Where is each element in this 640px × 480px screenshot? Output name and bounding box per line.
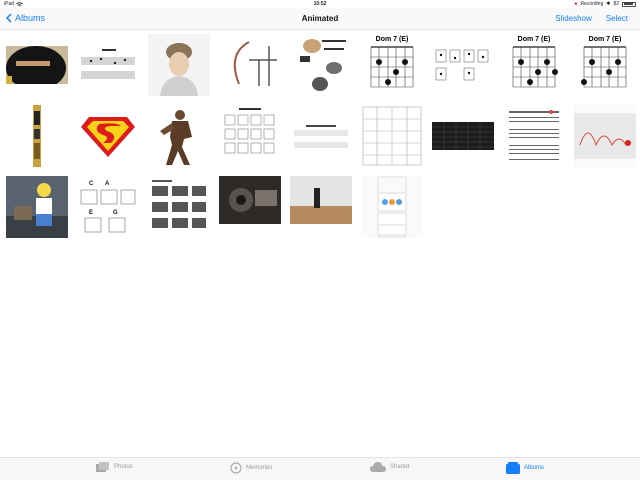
photo-thumbnail-homer-simpson[interactable] bbox=[6, 176, 68, 238]
recording-label: Recording bbox=[580, 1, 604, 7]
tab-bar: Photos Memories Shared Albums bbox=[0, 457, 640, 480]
chord-title: Dom 7 (E) bbox=[375, 36, 409, 43]
photo-thumbnail-chord-chart-3[interactable]: Dom 7 (E) bbox=[574, 34, 636, 96]
photo-thumbnail-bookmark[interactable] bbox=[6, 105, 68, 167]
photo-thumbnail-fighter[interactable] bbox=[148, 105, 210, 167]
photo-thumbnail-bouncing-ball[interactable] bbox=[574, 105, 636, 167]
chord-title: Dom 7 (E) bbox=[588, 36, 622, 43]
tab-photos[interactable]: Photos bbox=[96, 462, 133, 472]
photo-thumbnail-cats-infographic[interactable] bbox=[290, 34, 352, 96]
photo-thumbnail-chord-sheet[interactable] bbox=[219, 105, 281, 167]
chord-label-g: G bbox=[113, 210, 118, 216]
nav-bar: Albums Animated Slideshow Select bbox=[0, 8, 640, 30]
chord-label-c: C bbox=[89, 181, 94, 187]
photo-thumbnail-niqab[interactable] bbox=[6, 46, 68, 84]
photos-icon bbox=[96, 462, 109, 472]
cloud-icon bbox=[370, 462, 386, 472]
slideshow-button[interactable]: Slideshow bbox=[555, 14, 591, 23]
status-bar: iPad 10:52 ● Recording ✱ 82 bbox=[0, 0, 640, 8]
photo-thumbnail-chord-chart-2[interactable]: Dom 7 (E) bbox=[503, 34, 565, 96]
photo-thumbnail-tab-sheet[interactable] bbox=[290, 105, 352, 167]
battery-percent: 82 bbox=[613, 1, 619, 7]
tab-memories[interactable]: Memories bbox=[230, 462, 272, 474]
photo-thumbnail-fretboard-grid[interactable] bbox=[361, 105, 423, 167]
photo-thumbnail-machine[interactable] bbox=[219, 176, 281, 224]
photo-thumbnail-tutorial-sheet[interactable] bbox=[148, 176, 210, 238]
select-button[interactable]: Select bbox=[606, 14, 628, 23]
page-title: Animated bbox=[301, 14, 339, 23]
photo-thumbnail-chord-chart-1[interactable]: Dom 7 (E) bbox=[361, 34, 423, 96]
bluetooth-icon: ✱ bbox=[606, 1, 611, 7]
photo-thumbnail-child-portrait[interactable] bbox=[148, 34, 210, 96]
photo-thumbnail-dark-fretboard[interactable] bbox=[432, 105, 494, 167]
chord-title: Dom 7 (E) bbox=[517, 36, 551, 43]
photo-thumbnail-sketch[interactable] bbox=[219, 34, 281, 96]
tab-albums[interactable]: Albums bbox=[506, 462, 544, 474]
status-time: 10:52 bbox=[313, 1, 327, 7]
tab-shared[interactable]: Shared bbox=[370, 462, 409, 472]
photo-thumbnail-superman-logo[interactable] bbox=[77, 105, 139, 167]
recording-dot-icon: ● bbox=[574, 1, 578, 7]
photo-thumbnail-share-sheet[interactable] bbox=[361, 176, 423, 238]
photo-thumbnail-sheet-music[interactable] bbox=[77, 46, 139, 84]
albums-icon bbox=[506, 462, 520, 474]
photo-thumbnail-chord-chart-cage[interactable]: C A E G bbox=[77, 176, 139, 238]
photo-thumbnail-tab-notation[interactable] bbox=[503, 105, 565, 167]
chord-label-e: E bbox=[89, 210, 93, 216]
status-right: ● Recording ✱ 82 bbox=[574, 1, 636, 7]
photo-thumbnail-chord-diagrams-small[interactable] bbox=[432, 34, 494, 96]
battery-icon bbox=[622, 1, 636, 7]
photo-thumbnail-empty-room[interactable] bbox=[290, 176, 352, 224]
memories-icon bbox=[230, 462, 242, 474]
chord-label-a: A bbox=[105, 181, 110, 187]
nav-actions: Slideshow Select bbox=[555, 14, 628, 23]
